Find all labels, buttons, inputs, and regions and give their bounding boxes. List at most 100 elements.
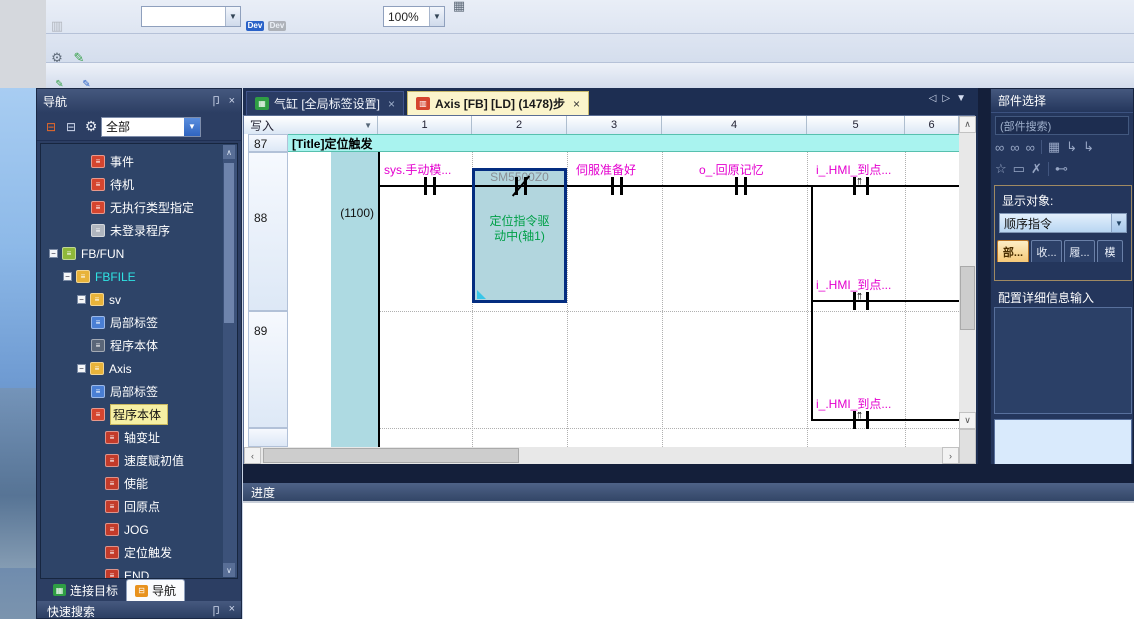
tree-item-程序本体[interactable]: ≡程序本体 (41, 334, 237, 357)
insert-device-icon[interactable]: ↳ (1066, 139, 1077, 155)
tab-favorites[interactable]: 收... (1031, 240, 1062, 262)
tree-expand-icon[interactable]: − (77, 364, 86, 373)
tab-history[interactable]: 履... (1064, 240, 1095, 262)
tree-item-使能[interactable]: ≡使能 (41, 472, 237, 495)
device-off-icon[interactable]: Dev (266, 15, 288, 34)
parts-search-input[interactable]: (部件搜索) (995, 116, 1129, 135)
tree-item-未登录程序[interactable]: ≡未登录程序 (41, 219, 237, 242)
tree-item-sv[interactable]: −≡sv (41, 288, 237, 311)
ladder-editor[interactable]: 写入▼ 1 2 3 4 5 6 87 88 89 [Title]定位触发 (11… (243, 115, 975, 464)
new-folder-icon[interactable]: ▭ (1013, 161, 1025, 177)
close-icon[interactable]: × (229, 603, 235, 615)
find-previous-icon[interactable]: ∞ (995, 140, 1004, 155)
gear-icon[interactable]: ⚙ (81, 117, 101, 137)
contact-open[interactable] (433, 177, 436, 195)
table-icon[interactable]: ▦ (1048, 139, 1060, 155)
scroll-down-icon[interactable]: ∨ (223, 563, 235, 577)
close-icon[interactable]: × (229, 95, 235, 107)
edit-coil-button[interactable]: ✎ (73, 73, 100, 88)
contact-label[interactable]: i_.HMI_到点... (816, 395, 891, 412)
edit-contact-button[interactable]: ✎ (46, 73, 73, 88)
tree-expand-icon[interactable]: − (77, 295, 86, 304)
tree-expand-icon[interactable]: ⊟ (61, 117, 81, 137)
paste-disabled-icon[interactable]: ▥ (46, 15, 68, 34)
horizontal-scrollbar[interactable]: ‹ › (244, 447, 959, 464)
pencil-green-icon[interactable]: ✎ (68, 46, 90, 62)
mode-header-cell[interactable]: 写入▼ (244, 116, 378, 134)
insert-device2-icon[interactable]: ↳ (1083, 139, 1094, 155)
contact-pulse[interactable] (866, 411, 869, 429)
pin-icon[interactable]: 卩 (211, 93, 222, 109)
combo-dropdown-icon[interactable]: ▼ (225, 7, 240, 26)
scroll-down-icon[interactable]: ∨ (959, 412, 976, 429)
tree-item-事件[interactable]: ≡事件 (41, 150, 237, 173)
tree-item-速度赋初值[interactable]: ≡速度赋初值 (41, 449, 237, 472)
tree-item-定位触发[interactable]: ≡定位触发 (41, 541, 237, 564)
tree-filter-combobox[interactable]: 全部▼ (101, 117, 201, 137)
close-tab-icon[interactable]: × (573, 97, 580, 111)
find-icon[interactable]: ∞ (1026, 140, 1035, 155)
scroll-right-icon[interactable]: › (942, 447, 959, 464)
tree-scrollbar[interactable]: ∧ ∨ (223, 145, 237, 577)
tab-module[interactable]: 模 (1097, 240, 1123, 262)
contact-open[interactable] (744, 177, 747, 195)
ladder-canvas[interactable]: 87 88 89 [Title]定位触发 (1100) (244, 134, 959, 447)
tree-collapse-icon[interactable]: ⊟ (41, 117, 61, 137)
delete-icon[interactable]: ✗ (1031, 161, 1042, 177)
contact-open[interactable] (611, 177, 614, 195)
tree-expand-icon[interactable]: − (63, 272, 72, 281)
contact-open[interactable] (735, 177, 738, 195)
contact-pulse[interactable] (866, 177, 869, 195)
panel-splitter[interactable] (978, 88, 990, 468)
pin-icon[interactable]: 卩 (211, 603, 222, 619)
contact-label[interactable]: sys.手动模... (384, 161, 451, 178)
chevron-down-icon[interactable]: ▼ (364, 121, 372, 130)
tree-item-回原点[interactable]: ≡回原点 (41, 495, 237, 518)
tab-parts[interactable]: 部... (997, 240, 1029, 262)
tab-axis-fb[interactable]: ▥ Axis [FB] [LD] (1478)步 × (407, 91, 589, 115)
sort-icon[interactable]: ⊷ (1055, 161, 1068, 177)
tree-item-FB/FUN[interactable]: −≡FB/FUN (41, 242, 237, 265)
scroll-thumb[interactable] (960, 266, 975, 330)
zoom-dropdown-icon[interactable]: ▼ (429, 7, 444, 26)
stamp-icon[interactable]: ⚙ (46, 46, 68, 62)
vertical-scrollbar[interactable]: ∧ ∨ (959, 116, 976, 464)
contact-pulse[interactable] (866, 292, 869, 310)
scroll-thumb[interactable] (263, 448, 519, 463)
scroll-left-icon[interactable]: ‹ (244, 447, 261, 464)
contact-open[interactable] (424, 177, 427, 195)
contact-label[interactable]: i_.HMI_到点... (816, 276, 891, 293)
tab-navigation[interactable]: ⊟ 导航 (126, 579, 185, 601)
tree-item-待机[interactable]: ≡待机 (41, 173, 237, 196)
quick-access-combobox[interactable]: ▼ (141, 6, 241, 27)
tab-global-label[interactable]: ▦ 气缸 [全局标签设置] × (246, 91, 404, 115)
tree-item-局部标签[interactable]: ≡局部标签 (41, 311, 237, 334)
tree-item-JOG[interactable]: ≡JOG (41, 518, 237, 541)
contact-label[interactable]: o_.回原记忆 (699, 161, 764, 178)
scroll-up-icon[interactable]: ∧ (959, 116, 976, 133)
screen-keys-icon[interactable]: ▦ (448, 0, 470, 17)
scroll-thumb[interactable] (224, 163, 234, 323)
contact-label[interactable]: i_.HMI_到点... (816, 161, 891, 178)
contact-open[interactable] (620, 177, 623, 195)
display-target-dropdown[interactable]: 顺序指令▼ (999, 213, 1127, 233)
favorite-star-icon[interactable]: ☆ (995, 161, 1007, 177)
device-on-icon[interactable]: Dev (244, 15, 266, 34)
tree-item-Axis[interactable]: −≡Axis (41, 357, 237, 380)
contact-label[interactable]: 伺服准备好 (576, 161, 636, 178)
tree-item-程序本体[interactable]: ≡程序本体 (41, 403, 237, 426)
zoom-level-combobox[interactable]: 100%▼ (383, 6, 445, 27)
tab-connection-target[interactable]: ▦ 连接目标 (45, 579, 126, 601)
tree-item-无执行类型指定[interactable]: ≡无执行类型指定 (41, 196, 237, 219)
config-detail-box[interactable] (994, 307, 1132, 414)
tab-scroll-arrows[interactable]: ◁▷▼ (929, 93, 972, 104)
find-next-icon[interactable]: ∞ (1010, 140, 1019, 155)
tree-expand-icon[interactable]: − (49, 249, 58, 258)
dropdown-icon[interactable]: ▼ (1111, 214, 1126, 232)
tree-item-轴变址[interactable]: ≡轴变址 (41, 426, 237, 449)
filter-dropdown-icon[interactable]: ▼ (184, 118, 200, 136)
tree-item-局部标签[interactable]: ≡局部标签 (41, 380, 237, 403)
tree-item-FBFILE[interactable]: −≡FBFILE (41, 265, 237, 288)
close-tab-icon[interactable]: × (388, 97, 395, 111)
scroll-up-icon[interactable]: ∧ (223, 145, 235, 159)
